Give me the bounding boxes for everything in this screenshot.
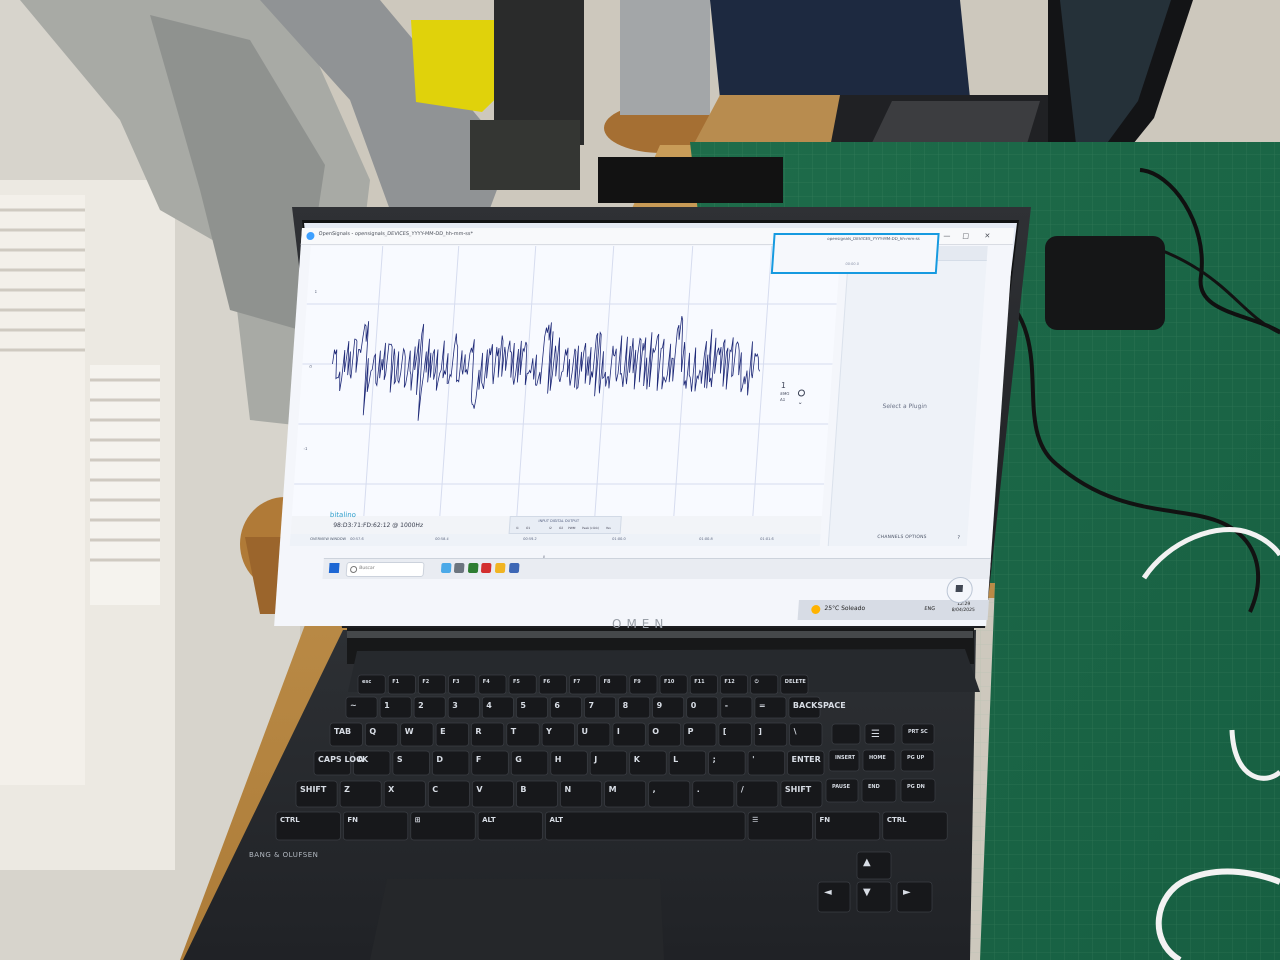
clock[interactable]: 12:29 8/04/2025 (950, 602, 977, 614)
omen-logo: OMEN (612, 617, 669, 631)
preview-time: 00:00.0 (845, 262, 860, 266)
start-icon[interactable] (328, 563, 340, 573)
pwm-control[interactable]: PWM (568, 526, 576, 530)
onedrive-icon[interactable] (508, 563, 520, 573)
system-tray: 25°C Soleado ENG 12:29 8/04/2025 (797, 600, 989, 620)
window-title: OpenSignals - opensignals_DEVICES_YYYY-M… (318, 231, 474, 237)
digital-output-1[interactable]: O1 (526, 526, 531, 530)
time-tick-5: 01:00.8 (699, 537, 713, 541)
language-indicator[interactable]: ENG (924, 606, 935, 612)
device-status-row: bitalino 98:D3:71:FD:62:12 @ 1000Hz INPU… (290, 511, 822, 536)
search-input[interactable]: Buscar (345, 562, 425, 577)
plugin-panel: Select a Plugin CHANNELS OPTIONS ? (827, 246, 988, 546)
weather-text: 25°C Soleado (824, 605, 866, 612)
close-icon[interactable]: ✕ (984, 232, 990, 240)
minimize-icon[interactable]: — (943, 232, 951, 240)
input-output-label: INPUT DIGITAL OUTPUT (538, 519, 580, 523)
search-icon (349, 566, 358, 573)
time-tick-2: 00:58.4 (435, 537, 449, 541)
digital-input-2[interactable]: I2 (549, 526, 552, 530)
opera-icon[interactable] (480, 563, 492, 573)
digital-output-2[interactable]: O2 (559, 526, 564, 530)
channel-number: 1 (781, 381, 787, 390)
help-icon[interactable]: ? (957, 535, 960, 541)
bang-olufsen-logo: BANG & OLUFSEN (249, 851, 319, 859)
overview-toolbar: OVERVIEW WINDOW 00:57.6 00:58.4 00:59.2 … (289, 534, 821, 546)
search-placeholder: Buscar (358, 566, 375, 571)
file-explorer-icon[interactable] (453, 563, 465, 573)
spotify-icon[interactable] (467, 563, 479, 573)
select-plugin-message: Select a Plugin (882, 403, 928, 410)
y-tick-label: 0 (309, 364, 312, 369)
preview-title: opensignals_DEVICES_YYYY-MM-DD_hh-mm-ss (827, 236, 920, 241)
peak-mode[interactable]: Peak (click) (582, 526, 599, 530)
input-output-panel: INPUT DIGITAL OUTPUT I1 O1 I2 O2 PWM Pea… (508, 516, 622, 534)
channel-type: EMG (780, 391, 789, 396)
channel-setting-icon[interactable] (797, 389, 805, 397)
chevron-down-icon[interactable]: ⌄ (798, 399, 804, 406)
emg-waveform (332, 316, 760, 421)
channel-unit: A1 (780, 397, 786, 402)
time-tick-1: 00:57.6 (350, 537, 364, 541)
yes-toggle[interactable]: Yes (606, 526, 611, 530)
maximize-icon[interactable]: □ (962, 232, 969, 240)
y-tick-label: -1 (303, 446, 308, 451)
weather-icon (810, 605, 821, 614)
time-tick-6: 01:01.6 (760, 537, 774, 541)
task-view-icon[interactable] (440, 563, 452, 573)
taskbar-preview[interactable]: opensignals_DEVICES_YYYY-MM-DD_hh-mm-ss … (770, 233, 940, 274)
signal-plot[interactable]: 1 0 -1 1 EMG A1 ⌄ (290, 246, 841, 534)
device-address: 98:D3:71:FD:62:12 @ 1000Hz (332, 522, 424, 529)
opensignals-window: OpenSignals - opensignals_DEVICES_YYYY-M… (274, 228, 1014, 626)
windows-taskbar: Buscar 25°C Soleado ENG 12:29 8/04/2025 (322, 558, 991, 620)
square-icon (955, 585, 964, 592)
opensignals-icon (306, 232, 315, 240)
clock-date: 8/04/2025 (951, 608, 975, 613)
bitalino-logo: bitalino (329, 511, 357, 519)
time-tick-3: 00:59.2 (523, 537, 537, 541)
channels-options-button[interactable]: CHANNELS OPTIONS (877, 535, 927, 540)
y-tick-label: 1 (314, 289, 317, 294)
digital-input-1[interactable]: I1 (516, 526, 519, 530)
overview-window-label[interactable]: OVERVIEW WINDOW (310, 537, 346, 541)
time-tick-4: 01:00.0 (612, 537, 626, 541)
chrome-icon[interactable] (494, 563, 506, 573)
emg-chart: 1 0 -1 1 EMG A1 ⌄ (294, 246, 837, 534)
